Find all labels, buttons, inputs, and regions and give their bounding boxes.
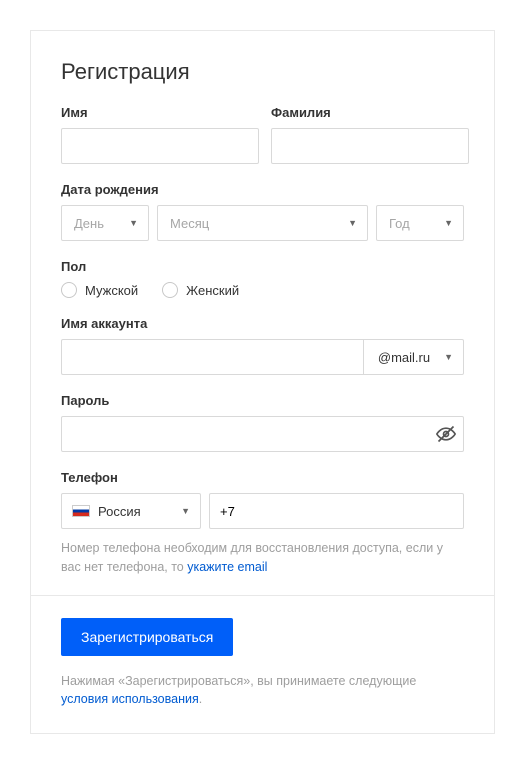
radio-icon xyxy=(61,282,77,298)
radio-icon xyxy=(162,282,178,298)
dob-month-select[interactable]: Месяц ▼ xyxy=(157,205,368,241)
terms-prefix: Нажимая «Зарегистрироваться», вы принима… xyxy=(61,674,416,688)
dob-day-select[interactable]: День ▼ xyxy=(61,205,149,241)
account-label: Имя аккаунта xyxy=(61,316,464,331)
account-section: Имя аккаунта @mail.ru ▼ xyxy=(61,316,464,375)
phone-country-value: Россия xyxy=(98,504,141,519)
account-input[interactable] xyxy=(61,339,363,375)
gender-section: Пол Мужской Женский xyxy=(61,259,464,298)
gender-male-label: Мужской xyxy=(85,283,138,298)
password-input[interactable] xyxy=(61,416,464,452)
first-name-field: Имя xyxy=(61,105,259,164)
account-domain-value: @mail.ru xyxy=(378,350,430,365)
divider xyxy=(31,595,494,596)
page-title: Регистрация xyxy=(61,59,464,85)
gender-female-label: Женский xyxy=(186,283,239,298)
password-wrap xyxy=(61,416,464,452)
dob-year-select[interactable]: Год ▼ xyxy=(376,205,464,241)
phone-country-select[interactable]: Россия ▼ xyxy=(61,493,201,529)
chevron-down-icon: ▼ xyxy=(444,352,453,362)
specify-email-link[interactable]: укажите email xyxy=(187,560,267,574)
gender-male-radio[interactable]: Мужской xyxy=(61,282,138,298)
phone-hint: Номер телефона необходим для восстановле… xyxy=(61,539,464,577)
phone-label: Телефон xyxy=(61,470,464,485)
gender-female-radio[interactable]: Женский xyxy=(162,282,239,298)
toggle-password-visibility-icon[interactable] xyxy=(436,424,456,444)
dob-month-placeholder: Месяц xyxy=(170,216,209,231)
dob-label: Дата рождения xyxy=(61,182,464,197)
chevron-down-icon: ▼ xyxy=(348,218,357,228)
password-label: Пароль xyxy=(61,393,464,408)
dob-section: Дата рождения День ▼ Месяц ▼ Год ▼ xyxy=(61,182,464,241)
terms-text: Нажимая «Зарегистрироваться», вы принима… xyxy=(61,672,464,710)
last-name-field: Фамилия xyxy=(271,105,469,164)
chevron-down-icon: ▼ xyxy=(444,218,453,228)
gender-label: Пол xyxy=(61,259,464,274)
account-row: @mail.ru ▼ xyxy=(61,339,464,375)
name-row: Имя Фамилия xyxy=(61,105,464,164)
dob-row: День ▼ Месяц ▼ Год ▼ xyxy=(61,205,464,241)
chevron-down-icon: ▼ xyxy=(129,218,138,228)
register-button[interactable]: Зарегистрироваться xyxy=(61,618,233,656)
phone-row: Россия ▼ xyxy=(61,493,464,529)
password-section: Пароль xyxy=(61,393,464,452)
terms-link[interactable]: условия использования xyxy=(61,692,199,706)
gender-row: Мужской Женский xyxy=(61,282,464,298)
last-name-input[interactable] xyxy=(271,128,469,164)
account-domain-select[interactable]: @mail.ru ▼ xyxy=(363,339,464,375)
chevron-down-icon: ▼ xyxy=(181,506,190,516)
registration-form: Регистрация Имя Фамилия Дата рождения Де… xyxy=(30,30,495,734)
phone-input[interactable] xyxy=(209,493,464,529)
flag-russia-icon xyxy=(72,505,90,517)
first-name-input[interactable] xyxy=(61,128,259,164)
dob-day-placeholder: День xyxy=(74,216,104,231)
last-name-label: Фамилия xyxy=(271,105,469,120)
first-name-label: Имя xyxy=(61,105,259,120)
dob-year-placeholder: Год xyxy=(389,216,410,231)
phone-section: Телефон Россия ▼ Номер телефона необходи… xyxy=(61,470,464,577)
terms-suffix: . xyxy=(199,692,202,706)
